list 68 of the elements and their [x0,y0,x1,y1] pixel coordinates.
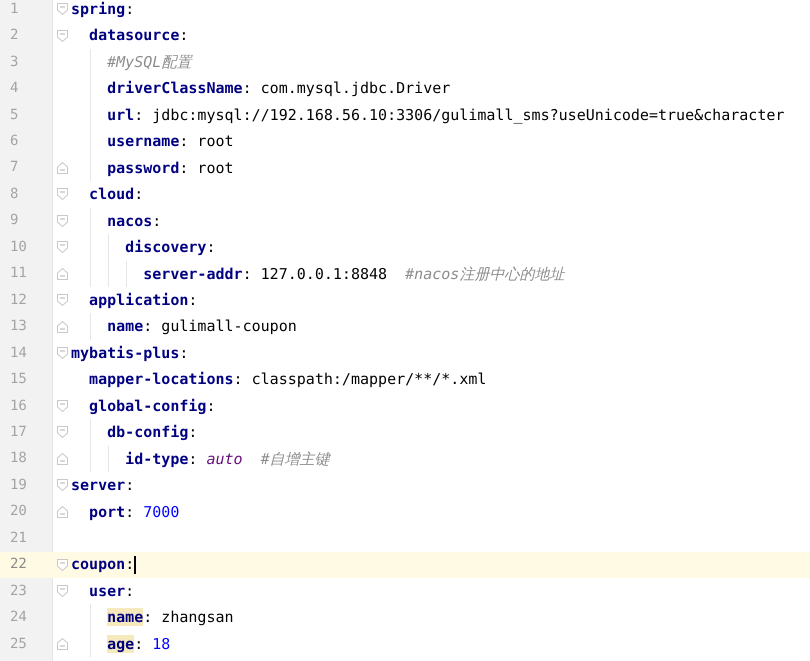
code-line: spring: [71,0,134,20]
code-line: username: root [107,131,234,152]
line-number: 11 [9,264,28,284]
fold-close-icon[interactable] [56,506,68,518]
fold-open-icon[interactable] [56,294,68,306]
fold-open-icon[interactable] [56,347,68,360]
line-number: 8 [9,184,20,204]
fold-open-icon[interactable] [56,188,68,200]
code-line: coupon: [71,554,134,576]
line-number: 10 [9,238,28,257]
line-number: 23 [9,582,28,601]
fold-open-icon[interactable] [56,3,68,16]
code-line: driverClassName: com.mysql.jdbc.Driver [107,78,450,100]
code-line: name: gulimall-coupon [107,316,297,338]
line-number: 12 [9,290,28,310]
line-number: 21 [9,528,28,548]
code-line: password: root [107,158,234,179]
code-line: #MySQL配置 [107,52,192,73]
fold-close-icon[interactable] [56,452,68,465]
fold-close-icon[interactable] [56,638,68,650]
line-number: 20 [9,502,28,522]
code-line: cloud: [89,184,144,206]
line-number: 24 [9,608,28,628]
line-number: 4 [9,79,20,98]
fold-close-icon[interactable] [56,320,68,333]
line-number: 16 [9,396,28,416]
line-number: 17 [9,422,28,442]
line-number: 19 [9,476,28,495]
code-line: db-config: [107,422,198,444]
code-line: name: zhangsan [107,607,234,628]
line-number: 14 [9,344,28,363]
line-number: 1 [9,0,20,19]
line-number: 18 [9,449,28,468]
fold-open-icon[interactable] [56,30,68,42]
text-caret [134,556,136,574]
fold-open-icon[interactable] [56,479,68,492]
code-line: server: [71,475,134,496]
fold-open-icon[interactable] [56,400,68,412]
fold-open-icon[interactable] [56,558,68,571]
line-number: 25 [9,634,28,654]
fold-close-icon[interactable] [56,162,68,174]
code-line: datasource: [89,25,188,46]
line-number: 15 [9,370,28,390]
code-line: port: 7000 [89,502,180,523]
code-line: server-addr: 127.0.0.1:8848 #nacos注册中心的地址 [143,264,564,284]
line-number: 2 [9,26,20,46]
fold-open-icon[interactable] [56,214,68,227]
line-number: 13 [9,317,28,336]
code-line: user: [89,580,134,602]
code-line: global-config: [89,396,216,417]
line-number: 5 [9,106,20,125]
fold-open-icon[interactable] [56,241,68,254]
fold-open-icon[interactable] [56,426,68,438]
fold-open-icon[interactable] [56,585,68,598]
code-line: application: [89,290,198,311]
fold-close-icon[interactable] [56,268,68,280]
code-line: id-type: auto #自增主键 [125,448,330,470]
code-line: url: jdbc:mysql://192.168.56.10:3306/gulimall_sms?useUnicode=true&character [107,104,784,126]
line-number: 9 [9,211,20,230]
code-line: discovery: [125,237,216,258]
code-line: mapper-locations: classpath:/mapper/**/*.xml [89,369,486,390]
code-line: mybatis-plus: [71,342,188,364]
line-number: 3 [9,52,20,72]
line-number: 7 [9,158,20,178]
code-line: age: 18 [107,634,170,655]
code-line: nacos: [107,210,162,232]
line-number: 6 [9,132,20,151]
line-number: 22 [9,555,28,574]
